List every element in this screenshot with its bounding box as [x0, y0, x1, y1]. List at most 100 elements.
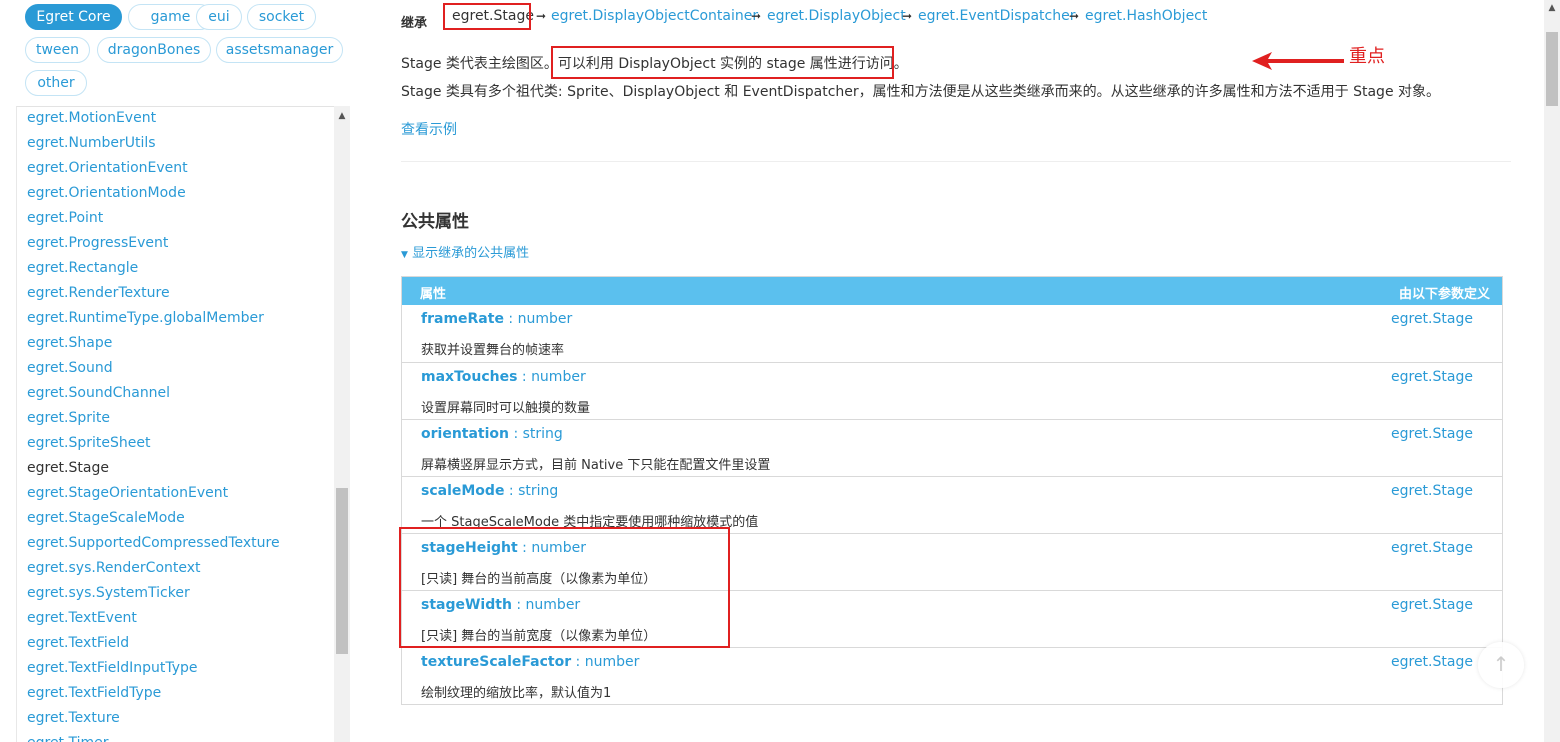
- table-row: textureScaleFactor : number 绘制纹理的缩放比率，默认值…: [402, 647, 1502, 704]
- back-to-top-icon[interactable]: ↑: [1478, 642, 1524, 688]
- property-description: 获取并设置舞台的帧速率: [421, 343, 565, 358]
- property-signature: frameRate : number: [421, 311, 572, 327]
- property-name-link[interactable]: frameRate: [421, 311, 504, 327]
- arrow-icon: ➞: [536, 9, 547, 23]
- property-defined-by-link[interactable]: egret.Stage: [1391, 654, 1473, 670]
- property-name-link[interactable]: orientation: [421, 426, 509, 442]
- tag-tween[interactable]: tween: [25, 37, 90, 63]
- divider: [401, 161, 1511, 162]
- property-type-separator: :: [503, 311, 518, 327]
- sidebar: Egret Core game eui socket tween dragonB…: [0, 0, 352, 742]
- nav-item[interactable]: egret.MotionEvent: [27, 107, 156, 131]
- show-inherited-toggle[interactable]: ▼ 显示继承的公共属性: [401, 242, 529, 261]
- nav-scrollbar-thumb[interactable]: [336, 488, 348, 654]
- nav-scroll-up-icon[interactable]: ▲: [334, 108, 350, 124]
- nav-item[interactable]: egret.Shape: [27, 331, 112, 356]
- arrow-icon: ➞: [1069, 9, 1080, 23]
- nav-item[interactable]: egret.OrientationEvent: [27, 156, 188, 181]
- section-title: 公共属性: [401, 212, 469, 232]
- column-header-defined-by: 由以下参数定义: [1398, 287, 1490, 302]
- property-defined-by-link[interactable]: egret.Stage: [1391, 369, 1473, 385]
- nav-item[interactable]: egret.SupportedCompressedTexture: [27, 531, 280, 556]
- chain-item-eventdispatcher[interactable]: egret.EventDispatcher: [918, 8, 1075, 24]
- property-signature: maxTouches : number: [421, 369, 586, 385]
- annotation-note: 重点: [1349, 46, 1385, 67]
- nav-item[interactable]: egret.TextFieldType: [27, 681, 161, 706]
- table-row: scaleMode : string 一个 StageScaleMode 类中指定…: [402, 476, 1502, 533]
- property-type[interactable]: number: [531, 369, 586, 385]
- toggle-label: 显示继承的公共属性: [412, 246, 530, 261]
- property-defined-by-link[interactable]: egret.Stage: [1391, 540, 1473, 556]
- table-row: maxTouches : number 设置屏幕同时可以触摸的数量 egret.St…: [402, 362, 1502, 419]
- description-part-a: Stage 类代表主绘图区。: [401, 56, 558, 72]
- chain-item-hashobject[interactable]: egret.HashObject: [1085, 8, 1207, 24]
- arrow-icon: ➞: [902, 9, 913, 23]
- caret-down-icon: ▼: [401, 250, 408, 260]
- tag-dragonbones[interactable]: dragonBones: [97, 37, 211, 63]
- property-description: 屏幕横竖屏显示方式，目前 Native 下只能在配置文件里设置: [421, 458, 771, 473]
- nav-item[interactable]: egret.Timer: [27, 731, 109, 742]
- column-header-property: 属性: [420, 287, 447, 302]
- view-example-link[interactable]: 查看示例: [401, 119, 457, 139]
- nav-item[interactable]: egret.Sound: [27, 356, 113, 381]
- page-scroll-up-icon[interactable]: ▲: [1544, 0, 1560, 16]
- nav-item[interactable]: egret.SpriteSheet: [27, 431, 151, 456]
- nav-item[interactable]: egret.StageScaleMode: [27, 506, 185, 531]
- nav-item[interactable]: egret.Texture: [27, 706, 120, 731]
- chain-item-displayobjectcontainer[interactable]: egret.DisplayObjectContainer: [551, 8, 758, 24]
- property-type[interactable]: number: [518, 311, 573, 327]
- property-type-separator: :: [509, 426, 523, 442]
- class-nav-panel: egret.MotionEvent egret.NumberUtils egret.…: [16, 106, 350, 742]
- nav-item[interactable]: egret.Point: [27, 206, 103, 231]
- tag-assetsmanager[interactable]: assetsmanager: [216, 37, 343, 63]
- nav-item[interactable]: egret.sys.RenderContext: [27, 556, 201, 581]
- property-defined-by-link[interactable]: egret.Stage: [1391, 426, 1473, 442]
- description-line-2: Stage 类具有多个祖代类: Sprite、DisplayObject 和 E…: [401, 84, 1441, 100]
- property-type[interactable]: string: [518, 483, 558, 499]
- property-description: 绘制纹理的缩放比率，默认值为1: [421, 686, 612, 701]
- property-defined-by-link[interactable]: egret.Stage: [1391, 311, 1473, 327]
- nav-item[interactable]: egret.RuntimeType.globalMember: [27, 306, 264, 331]
- highlight-box-description: [551, 46, 894, 79]
- tag-socket[interactable]: socket: [247, 4, 316, 30]
- nav-item[interactable]: egret.TextField: [27, 631, 129, 656]
- nav-item[interactable]: egret.ProgressEvent: [27, 231, 168, 256]
- property-name-link[interactable]: textureScaleFactor: [421, 654, 571, 670]
- property-defined-by-link[interactable]: egret.Stage: [1391, 597, 1473, 613]
- nav-item[interactable]: egret.Rectangle: [27, 256, 138, 281]
- property-name-link[interactable]: maxTouches: [421, 369, 517, 385]
- property-signature: orientation : string: [421, 426, 563, 442]
- property-type[interactable]: string: [523, 426, 563, 442]
- tag-egret-core[interactable]: Egret Core: [25, 4, 122, 30]
- red-arrow-icon: [1252, 52, 1344, 70]
- property-signature: scaleMode : string: [421, 483, 558, 499]
- nav-item[interactable]: egret.Stage: [27, 456, 109, 481]
- nav-item[interactable]: egret.SoundChannel: [27, 381, 170, 406]
- tag-eui[interactable]: eui: [196, 4, 242, 30]
- tag-other[interactable]: other: [25, 70, 87, 96]
- table-header: 属性 由以下参数定义: [402, 277, 1502, 305]
- property-name-link[interactable]: scaleMode: [421, 483, 504, 499]
- highlight-box-stage-size-rows: [399, 527, 730, 648]
- nav-item[interactable]: egret.TextEvent: [27, 606, 137, 631]
- nav-item[interactable]: egret.RenderTexture: [27, 281, 170, 306]
- highlight-box-stage: [443, 3, 531, 30]
- nav-item[interactable]: egret.OrientationMode: [27, 181, 186, 206]
- nav-item[interactable]: egret.TextFieldInputType: [27, 656, 198, 681]
- chain-item-displayobject[interactable]: egret.DisplayObject: [767, 8, 906, 24]
- nav-item[interactable]: egret.Sprite: [27, 406, 110, 431]
- inherit-label: 继承: [401, 16, 428, 31]
- table-row: frameRate : number 获取并设置舞台的帧速率 egret.Stage: [402, 305, 1502, 362]
- property-signature: textureScaleFactor : number: [421, 654, 639, 670]
- nav-item[interactable]: egret.sys.SystemTicker: [27, 581, 190, 606]
- property-type-separator: :: [571, 654, 585, 670]
- property-type-separator: :: [517, 369, 532, 385]
- nav-item[interactable]: egret.StageOrientationEvent: [27, 481, 228, 506]
- page-scrollbar-thumb[interactable]: [1546, 32, 1558, 106]
- property-type[interactable]: number: [585, 654, 640, 670]
- nav-item[interactable]: egret.NumberUtils: [27, 131, 156, 156]
- table-row: orientation : string 屏幕横竖屏显示方式，目前 Native …: [402, 419, 1502, 476]
- property-defined-by-link[interactable]: egret.Stage: [1391, 483, 1473, 499]
- arrow-icon: ➞: [751, 9, 762, 23]
- page-scrollbar[interactable]: [1544, 0, 1560, 742]
